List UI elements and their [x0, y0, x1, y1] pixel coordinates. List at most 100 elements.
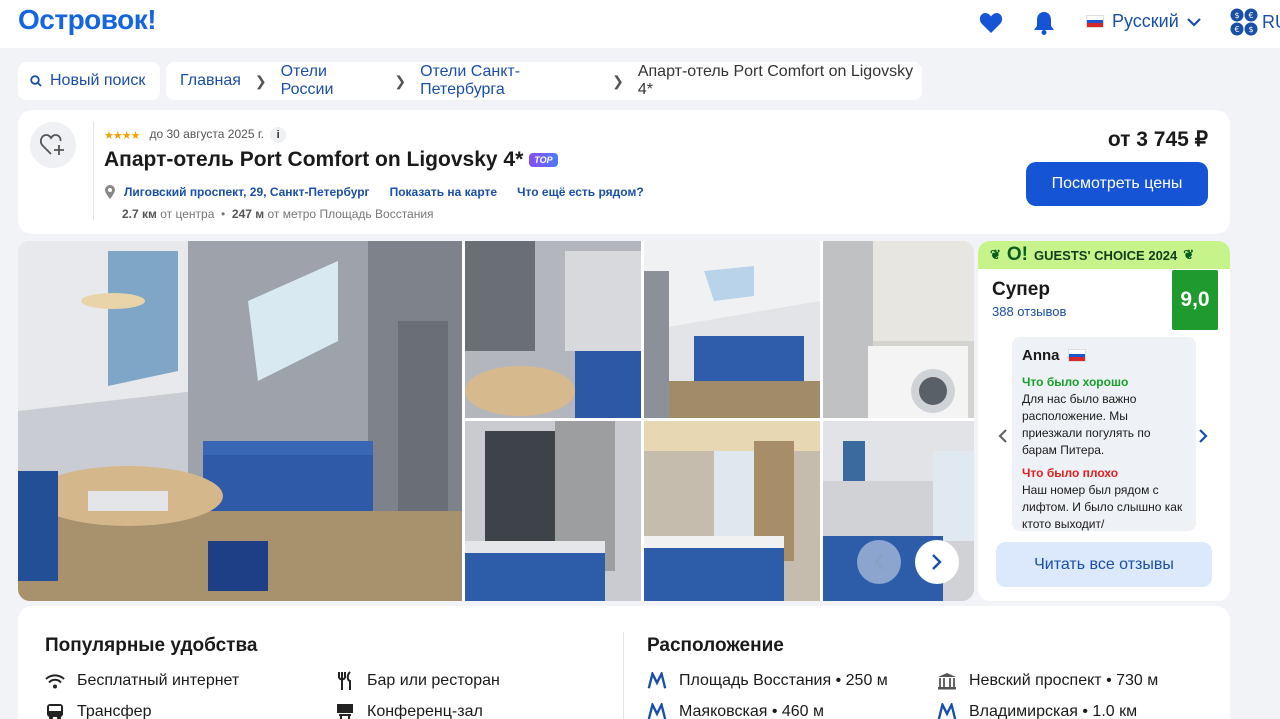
gallery-photo[interactable]: [823, 241, 974, 418]
ostrovok-o-mark: O!: [1006, 244, 1029, 265]
reviews-count-link[interactable]: 388 отзывов: [992, 304, 1066, 319]
amenity-item: Конференц-зал: [335, 702, 483, 719]
guests-choice-banner: ❦ O! GUESTS' CHOICE 2024 ❦: [978, 241, 1230, 269]
wifi-icon: [45, 671, 65, 691]
divider: [623, 632, 624, 719]
address-row: Лиговский проспект, 29, Санкт-Петербург …: [104, 184, 644, 200]
add-to-favorites-button[interactable]: [30, 122, 76, 168]
price: от 3 745 ₽: [1107, 128, 1208, 151]
gallery-photo[interactable]: [465, 421, 641, 601]
center-distance: 2.7 км: [122, 207, 157, 221]
logo[interactable]: Островок!: [18, 4, 157, 36]
new-search-label: Новый поиск: [50, 72, 146, 89]
heart-plus-icon: [40, 134, 64, 155]
breadcrumb-current: Апарт-отель Port Comfort on Ligovsky 4*: [637, 63, 914, 98]
amenity-item: Трансфер: [45, 702, 151, 719]
language-selector[interactable]: Русский: [1086, 11, 1201, 32]
breadcrumb: Главная ❯ Отели России ❯ Отели Санкт-Пет…: [166, 62, 922, 100]
breadcrumb-separator-icon: ❯: [394, 72, 407, 89]
metro-icon: [647, 702, 667, 719]
hotel-title: Апарт-отель Port Comfort on Ligovsky 4* …: [104, 148, 558, 172]
hotel-header-card: ★★★★ до 30 августа 2025 г. i Апарт-отель …: [18, 110, 1230, 234]
location-item: Владимирская • 1.0 км: [937, 702, 1137, 719]
review-bad-text: Наш номер был рядом с лифтом. И было слы…: [1022, 483, 1183, 531]
russia-flag-icon: [1067, 349, 1086, 362]
metro-icon: [937, 702, 957, 719]
fork-knife-icon: [335, 671, 355, 691]
heart-icon[interactable]: [978, 10, 1004, 36]
landmark-icon: [937, 671, 957, 691]
top-badge: TOP: [529, 153, 558, 167]
chevron-down-icon: [1187, 17, 1201, 27]
breadcrumb-spb-hotels[interactable]: Отели Санкт-Петербурга: [420, 63, 598, 99]
top-header: Островок! Русский $ € € $ RU: [0, 0, 1280, 48]
currency-icon: $ € € $: [1230, 8, 1258, 36]
gallery-photo[interactable]: [465, 241, 641, 418]
nearby-link[interactable]: Что ещё есть рядом?: [517, 185, 644, 199]
review-bad-title: Что было плохо: [1022, 466, 1119, 480]
rating-label: Супер: [992, 279, 1050, 300]
currency-label: RU: [1262, 11, 1280, 32]
location-item: Невский проспект • 730 м: [937, 671, 1158, 691]
breadcrumb-separator-icon: ❯: [612, 72, 624, 89]
chevron-right-icon: [932, 554, 942, 570]
breadcrumb-separator-icon: ❯: [254, 72, 267, 89]
bus-icon: [45, 702, 65, 719]
gallery-photo[interactable]: [644, 241, 820, 418]
divider: [93, 122, 94, 220]
location-pin-icon: [105, 185, 115, 199]
breadcrumb-home[interactable]: Главная: [180, 72, 241, 90]
currency-selector[interactable]: $ € € $ RU: [1230, 8, 1280, 36]
svg-text:€: €: [1234, 25, 1239, 34]
center-label: от центра: [160, 207, 215, 221]
search-icon: [30, 75, 42, 87]
stars-row: ★★★★ до 30 августа 2025 г. i: [104, 127, 287, 143]
score-badge: 9,0: [1172, 270, 1218, 330]
new-search-button[interactable]: Новый поиск: [18, 62, 160, 100]
show-on-map-link[interactable]: Показать на карте: [390, 185, 498, 199]
date-note: до 30 августа 2025 г. i: [149, 127, 287, 143]
rating-panel: ❦ O! GUESTS' CHOICE 2024 ❦ Супер 388 отз…: [978, 241, 1230, 601]
svg-text:€: €: [1248, 11, 1253, 20]
conference-icon: [335, 702, 355, 719]
photo-gallery: [18, 241, 974, 601]
guests-choice-label: GUESTS' CHOICE 2024: [1034, 247, 1178, 263]
laurel-right-icon: ❦: [1183, 247, 1195, 262]
amenities-title: Популярные удобства: [45, 635, 258, 656]
see-prices-button[interactable]: Посмотреть цены: [1026, 162, 1208, 206]
review-author: Anna: [1022, 347, 1186, 364]
info-icon[interactable]: i: [270, 127, 287, 143]
gallery-next-button[interactable]: [915, 540, 959, 584]
laurel-left-icon: ❦: [990, 247, 1001, 262]
amenities-location-card: Популярные удобства Бесплатный интернет …: [18, 606, 1230, 719]
review-good-title: Что было хорошо: [1022, 375, 1129, 389]
svg-text:$: $: [1248, 25, 1253, 34]
chevron-left-icon: [874, 554, 884, 570]
metro-distance: 247 м: [231, 207, 265, 221]
read-all-reviews-button[interactable]: Читать все отзывы: [996, 542, 1212, 587]
address-link[interactable]: Лиговский проспект, 29, Санкт-Петербург: [124, 185, 370, 199]
amenity-item: Бар или ресторан: [335, 671, 500, 691]
main-photo[interactable]: [18, 241, 462, 601]
location-item: Маяковская • 460 м: [647, 702, 824, 719]
location-title: Расположение: [647, 635, 784, 656]
russia-flag-icon: [1086, 15, 1104, 28]
review-prev-button[interactable]: [998, 424, 1008, 450]
chevron-left-icon: [998, 429, 1007, 443]
metro-icon: [647, 671, 667, 691]
gallery-photo[interactable]: [644, 421, 820, 601]
chevron-right-icon: [1199, 429, 1208, 443]
distance-row: 2.7 км от центра • 247 м от метро Площад…: [122, 207, 434, 221]
location-item: Площадь Восстания • 250 м: [647, 671, 888, 691]
bell-icon[interactable]: [1031, 10, 1057, 36]
review-card: Anna Что было хорошо Для нас было важно …: [1012, 337, 1196, 531]
star-rating: ★★★★: [104, 129, 140, 142]
metro-label: от метро Площадь Восстания: [267, 207, 434, 221]
gallery-prev-button[interactable]: [857, 540, 901, 584]
breadcrumb-russia-hotels[interactable]: Отели России: [281, 63, 381, 99]
review-next-button[interactable]: [1198, 424, 1208, 450]
svg-text:$: $: [1234, 11, 1239, 20]
review-good-text: Для нас было важно расположение. Мы прие…: [1022, 392, 1151, 457]
hotel-name: Апарт-отель Port Comfort on Ligovsky 4*: [104, 148, 524, 171]
language-label: Русский: [1112, 11, 1179, 31]
